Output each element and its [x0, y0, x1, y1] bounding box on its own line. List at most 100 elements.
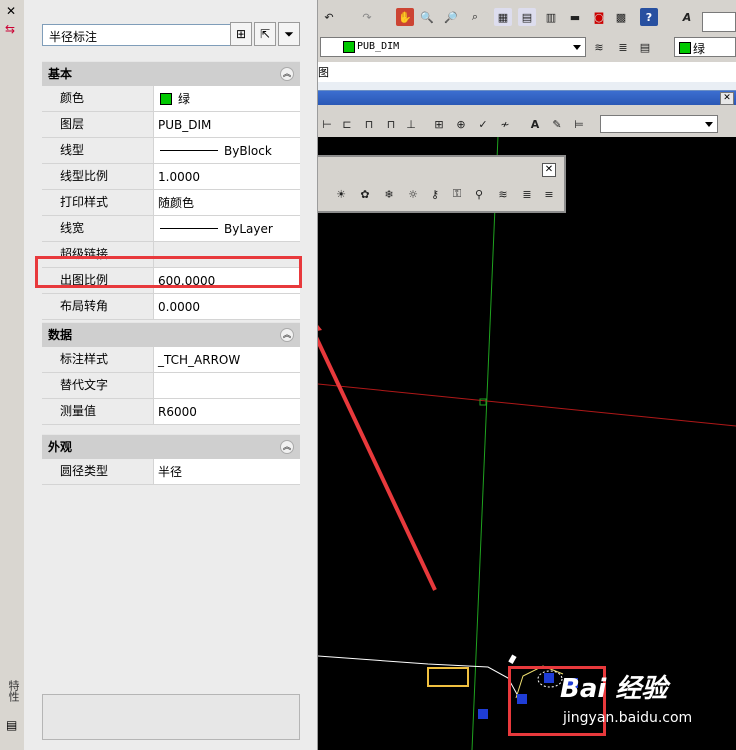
palette-side-title: 特性: [7, 680, 20, 702]
property-row-measurement[interactable]: 测量值 R6000: [42, 399, 300, 425]
property-row-plot-style[interactable]: 打印样式 随颜色: [42, 190, 300, 216]
property-name: 标注样式: [56, 347, 154, 372]
ordinate-dim-icon[interactable]: ⊥: [402, 115, 420, 133]
auto-hide-icon[interactable]: ⇆: [5, 22, 15, 36]
continue-dim-icon[interactable]: ⊓: [382, 115, 400, 133]
undo-icon[interactable]: ↶: [320, 8, 338, 26]
redo-icon[interactable]: ↷: [358, 8, 376, 26]
toggle-pickadd-button[interactable]: ⊞: [230, 22, 252, 46]
palette-menu-icon[interactable]: ▤: [6, 718, 17, 732]
property-row-layout-rotation[interactable]: 布局转角 0.0000: [42, 294, 300, 320]
close-icon[interactable]: ✕: [542, 163, 556, 177]
make-current-layer-icon[interactable]: ≋: [590, 38, 608, 56]
quick-select-button[interactable]: ⏷: [278, 22, 300, 46]
color-combo[interactable]: 绿: [674, 37, 736, 57]
color-name: 绿: [693, 42, 706, 56]
property-value: 1.0000: [154, 164, 300, 189]
properties-icon[interactable]: ▦: [494, 8, 512, 26]
dim-edit-icon[interactable]: ✎: [548, 115, 566, 133]
design-center-icon[interactable]: ▤: [518, 8, 536, 26]
calculator-icon[interactable]: ▩: [612, 8, 630, 26]
grip-4[interactable]: [478, 709, 488, 719]
layer-off-icon[interactable]: ☀: [332, 185, 350, 203]
drawing-wall-line: [318, 655, 519, 697]
property-row-lineweight[interactable]: 线宽 ByLayer: [42, 216, 300, 242]
chevron-down-icon[interactable]: [573, 45, 581, 50]
dim-text-icon[interactable]: A: [526, 115, 544, 133]
watermark-site: jingyan.baidu.com: [563, 710, 693, 726]
dimension-toolbar-titlebar[interactable]: ✕: [318, 91, 736, 105]
center-mark-icon[interactable]: ⊕: [452, 115, 470, 133]
object-type-value: 半径标注: [49, 30, 98, 44]
palette-handle-bar[interactable]: ✕ ⇆ 特性 ▤: [0, 0, 25, 750]
layer-manager-icon[interactable]: ▤: [636, 38, 654, 56]
tolerance-icon[interactable]: ✓: [474, 115, 492, 133]
aligned-dim-icon[interactable]: ⊏: [338, 115, 356, 133]
property-name: 颜色: [56, 86, 154, 111]
section-header-data[interactable]: 数据 ︽: [42, 322, 300, 347]
markup-icon[interactable]: ◙: [590, 8, 608, 26]
layer-merge-icon[interactable]: ⚲: [470, 185, 488, 203]
linear-dim-icon[interactable]: ⊢: [318, 115, 336, 133]
layer-lock-icon[interactable]: ⚷: [426, 185, 444, 203]
property-value: 0.0000: [154, 294, 300, 319]
standard-toolbar: ↶ ↷ ✋ 🔍 🔎 ⌕ ▦ ▤ ▥ ▬ ◙ ▩ ? A: [318, 4, 736, 34]
layer-unlock-icon[interactable]: ⚿: [448, 185, 466, 203]
layer-thaw-icon[interactable]: ☼: [404, 185, 422, 203]
pickadd-icon: ⊞: [235, 27, 247, 41]
section-header-appearance[interactable]: 外观 ︽: [42, 434, 300, 459]
drawing-tab[interactable]: 图: [318, 64, 329, 80]
property-row-color[interactable]: 颜色 绿: [42, 86, 300, 112]
axis-y-line: [471, 136, 499, 750]
jogged-icon[interactable]: ≁: [496, 115, 514, 133]
help-icon[interactable]: ?: [640, 8, 658, 26]
object-type-select[interactable]: 半径标注: [42, 24, 246, 46]
baidu-logo: Bai 经验: [560, 674, 668, 704]
layer-isolate-icon[interactable]: ✿: [356, 185, 374, 203]
quick-dim-icon[interactable]: ⊞: [430, 115, 448, 133]
close-icon[interactable]: ✕: [6, 4, 16, 18]
layer-name: PUB_DIM: [357, 41, 400, 52]
color-swatch: [160, 92, 172, 105]
property-name: 打印样式: [56, 190, 154, 215]
sheet-set-icon[interactable]: ▬: [566, 8, 584, 26]
tool-palettes-icon[interactable]: ▥: [542, 8, 560, 26]
section-title: 基本: [48, 67, 73, 81]
layer-match-icon[interactable]: ≡: [540, 185, 558, 203]
text-style-combo[interactable]: [702, 12, 736, 32]
property-row-linetype[interactable]: 线型 ByBlock: [42, 138, 300, 164]
collapse-icon[interactable]: ︽: [280, 67, 294, 81]
property-name: 图层: [56, 112, 154, 137]
property-row-dim-style[interactable]: 标注样式 _TCH_ARROW: [42, 347, 300, 373]
pan-icon[interactable]: ✋: [396, 8, 414, 26]
property-name: 线宽: [56, 216, 154, 241]
zoom-window-icon[interactable]: 🔎: [442, 8, 460, 26]
layer-freeze-icon[interactable]: ❄: [380, 185, 398, 203]
zoom-previous-icon[interactable]: ⌕: [466, 8, 484, 26]
zoom-realtime-icon[interactable]: 🔍: [418, 8, 436, 26]
layer-previous-icon[interactable]: ≣: [614, 38, 632, 56]
property-row-text-override[interactable]: 替代文字: [42, 373, 300, 399]
section-header-basic[interactable]: 基本 ︽: [42, 61, 300, 86]
property-value: R6000: [154, 399, 300, 424]
property-name: 圆径类型: [56, 459, 154, 484]
section-data: 数据 ︽ 标注样式 _TCH_ARROW 替代文字 测量值 R6000: [42, 322, 300, 425]
property-value: ByBlock: [224, 143, 272, 158]
property-row-layer[interactable]: 图层 PUB_DIM: [42, 112, 300, 138]
layer-combo[interactable]: PUB_DIM: [320, 37, 586, 57]
dim-update-icon[interactable]: ⊨: [570, 115, 588, 133]
collapse-icon[interactable]: ︽: [280, 328, 294, 342]
color-swatch: [679, 42, 691, 54]
text-style-icon[interactable]: A: [678, 8, 696, 26]
layer-delete-icon[interactable]: ≣: [518, 185, 536, 203]
baseline-dim-icon[interactable]: ⊓: [360, 115, 378, 133]
close-icon[interactable]: ✕: [720, 92, 734, 105]
select-objects-button[interactable]: ⇱: [254, 22, 276, 46]
property-row-radius-type[interactable]: 圆径类型 半径: [42, 459, 300, 485]
collapse-icon[interactable]: ︽: [280, 440, 294, 454]
layer-walk-icon[interactable]: ≋: [494, 185, 512, 203]
property-row-linetype-scale[interactable]: 线型比例 1.0000: [42, 164, 300, 190]
dim-style-combo[interactable]: [600, 115, 718, 133]
layer-tools-toolbar: ✕ ☀ ✿ ❄ ☼ ⚷ ⚿ ⚲ ≋ ≣ ≡: [318, 155, 566, 213]
chevron-down-icon[interactable]: [705, 122, 713, 127]
